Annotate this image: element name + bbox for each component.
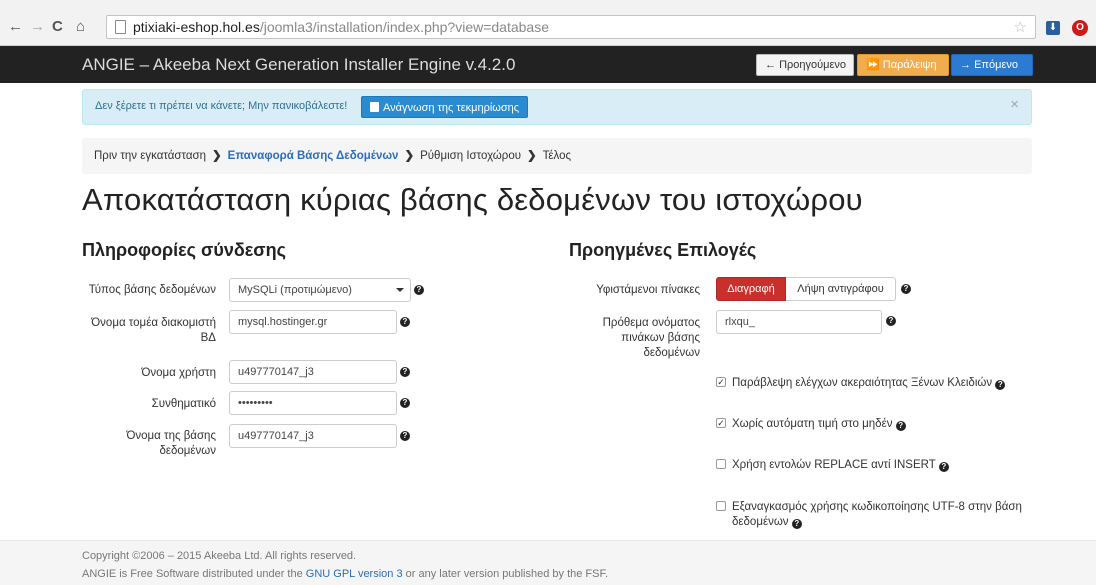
book-icon xyxy=(370,102,379,112)
previous-label: Προηγούμενο xyxy=(779,59,846,71)
footer: Copyright ©2006 – 2015 Akeeba Ltd. All r… xyxy=(0,540,1096,585)
browser-toolbar: ← → C ⌂ ptixiaki-eshop.hol.es/joomla3/in… xyxy=(0,0,1096,46)
checkbox-checked[interactable]: ✓ xyxy=(716,377,726,387)
prefix-label: Πρόθεμα ονόματος πινάκων βάσης δεδομένων xyxy=(602,317,700,359)
url-text: ptixiaki-eshop.hol.es/joomla3/installati… xyxy=(133,19,549,35)
checkbox-unchecked[interactable] xyxy=(716,501,726,511)
password-input[interactable]: ••••••••• xyxy=(229,391,397,415)
help-icon[interactable]: ? xyxy=(886,316,896,326)
license-text: ANGIE is Free Software distributed under… xyxy=(82,568,609,580)
arrow-right-icon: → xyxy=(960,59,975,71)
delete-tables-button[interactable]: Διαγραφή xyxy=(716,277,786,301)
arrow-left-icon: ← xyxy=(765,59,780,71)
checkbox-label: Εξαναγκασμός χρήσης κωδικοποίησης UTF-8 … xyxy=(732,501,1022,528)
breadcrumb-item: Ρύθμιση Ιστοχώρου xyxy=(420,150,522,162)
gpl-link[interactable]: GNU GPL version 3 xyxy=(306,568,403,580)
dbname-input[interactable]: u497770147_j3 xyxy=(229,424,397,448)
breadcrumb-item: Πριν την εγκατάσταση xyxy=(94,150,207,162)
checkbox-label: Χρήση εντολών REPLACE αντί INSERT xyxy=(732,459,936,471)
breadcrumb-item-active: Επαναφορά Βάσης Δεδομένων xyxy=(227,150,399,162)
host-label: Όνομα τομέα διακομιστή ΒΔ xyxy=(91,317,216,344)
host-input[interactable]: mysql.hostinger.gr xyxy=(229,310,397,334)
previous-button[interactable]: ← Προηγούμενο xyxy=(756,54,854,76)
help-icon[interactable]: ? xyxy=(414,285,424,295)
help-icon[interactable]: ? xyxy=(400,431,410,441)
password-label: Συνθηματικό xyxy=(151,398,216,410)
breadcrumb-item: Τέλος xyxy=(542,150,572,162)
checkbox-label: Παράβλεψη ελέγχων ακεραιότητας Ξένων Κλε… xyxy=(732,377,993,389)
help-icon[interactable]: ? xyxy=(901,284,911,294)
prefix-input[interactable]: rlxqu_ xyxy=(716,310,882,334)
extension-download-icon[interactable]: ⬇ xyxy=(1046,21,1060,35)
chevron-right-icon: ❯ xyxy=(212,150,222,162)
page-icon xyxy=(115,20,126,34)
back-arrow-icon[interactable]: ← xyxy=(8,19,23,35)
help-icon[interactable]: ? xyxy=(400,398,410,408)
advanced-heading: Προηγμένες Επιλογές xyxy=(569,240,757,260)
caret-down-icon xyxy=(396,288,404,292)
username-input[interactable]: u497770147_j3 xyxy=(229,360,397,384)
username-label: Όνομα χρήστη xyxy=(141,367,216,379)
db-type-select[interactable]: MySQLi (προτιμώμενο) xyxy=(229,278,411,302)
help-icon[interactable]: ? xyxy=(791,519,802,529)
skip-button[interactable]: ⏩ Παράλειψη xyxy=(857,54,949,76)
home-icon[interactable]: ⌂ xyxy=(76,19,85,35)
next-label: Επόμενο xyxy=(974,59,1018,71)
read-docs-label: Ανάγνωση της τεκμηρίωσης xyxy=(383,102,520,114)
chevron-right-icon: ❯ xyxy=(527,150,537,162)
backup-tables-button[interactable]: Λήψη αντιγράφου xyxy=(786,277,896,301)
db-type-value: MySQLi (προτιμώμενο) xyxy=(238,284,352,296)
checkbox-label: Χωρίς αυτόματη τιμή στο μηδέν xyxy=(732,418,893,430)
close-icon[interactable]: × xyxy=(1010,96,1019,113)
address-bar[interactable]: ptixiaki-eshop.hol.es/joomla3/installati… xyxy=(106,15,1036,39)
help-icon[interactable]: ? xyxy=(995,380,1006,390)
help-alert: Δεν ξέρετε τι πρέπει να κάνετε; Μην πανι… xyxy=(82,89,1032,125)
db-type-label: Τύπος βάσης δεδομένων xyxy=(88,284,216,296)
help-icon[interactable]: ? xyxy=(400,317,410,327)
checkbox-unchecked[interactable] xyxy=(716,459,726,469)
breadcrumb: Πριν την εγκατάσταση ❯ Επαναφορά Βάσης Δεδ… xyxy=(82,138,1032,174)
read-docs-button[interactable]: Ανάγνωση της τεκμηρίωσης xyxy=(361,96,529,118)
help-icon[interactable]: ? xyxy=(895,421,906,431)
brand-title: ANGIE – Akeeba Next Generation Installer… xyxy=(82,55,516,74)
existing-tables-label: Υφιστάμενοι πίνακες xyxy=(596,284,700,296)
dbname-label: Όνομα της βάσης δεδομένων xyxy=(126,430,217,457)
help-icon[interactable]: ? xyxy=(938,462,949,472)
next-button[interactable]: → Επόμενο xyxy=(951,54,1033,76)
fast-forward-icon: ⏩ xyxy=(866,59,883,71)
help-icon[interactable]: ? xyxy=(400,367,410,377)
extension-opera-icon[interactable]: O xyxy=(1072,20,1088,36)
bookmark-star-icon[interactable]: ☆ xyxy=(1014,18,1027,36)
chevron-right-icon: ❯ xyxy=(404,150,415,162)
alert-text: Δεν ξέρετε τι πρέπει να κάνετε; Μην πανι… xyxy=(95,100,348,112)
reload-icon[interactable]: C xyxy=(52,19,63,35)
forward-arrow-icon[interactable]: → xyxy=(30,19,45,35)
skip-label: Παράλειψη xyxy=(882,59,937,71)
connection-heading: Πληροφορίες σύνδεσης xyxy=(82,240,286,260)
page-title: Αποκατάσταση κύριας βάσης δεδομένων του … xyxy=(82,182,863,217)
installer-navbar: ANGIE – Akeeba Next Generation Installer… xyxy=(0,46,1096,83)
copyright-text: Copyright ©2006 – 2015 Akeeba Ltd. All r… xyxy=(82,550,357,562)
checkbox-checked[interactable]: ✓ xyxy=(716,418,726,428)
